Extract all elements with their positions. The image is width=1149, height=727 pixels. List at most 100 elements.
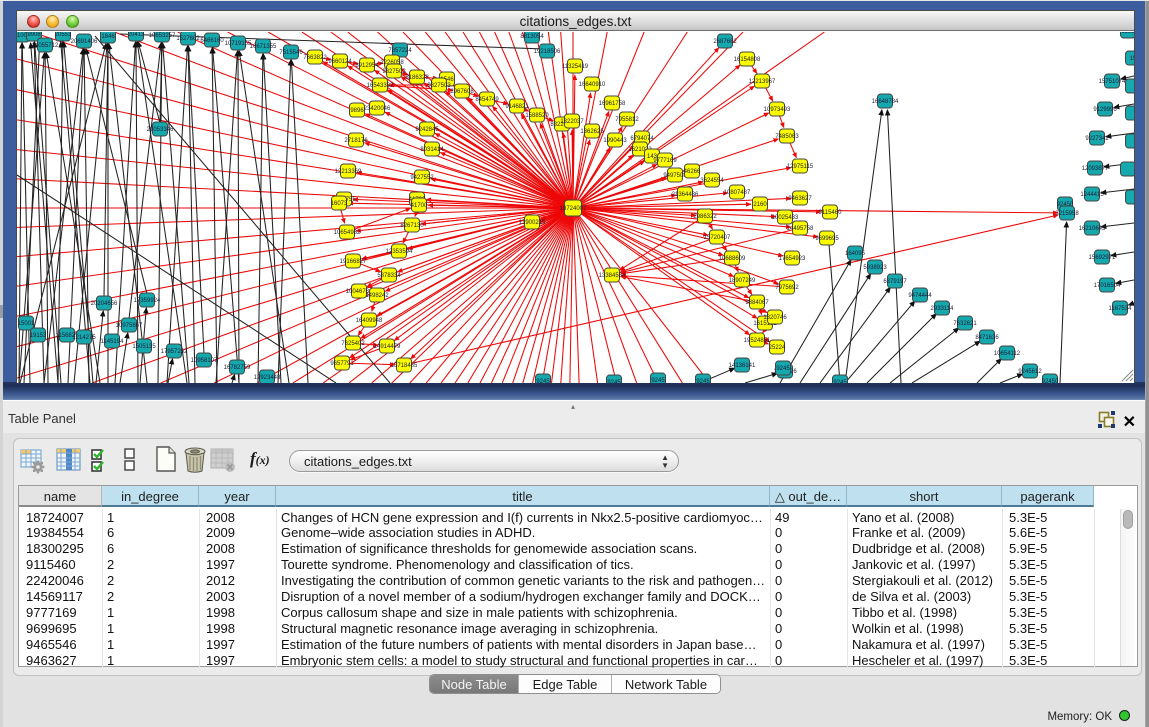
svg-text:15001: 15001 — [18, 321, 35, 327]
svg-text:9908: 9908 — [27, 32, 41, 38]
svg-text:16671355: 16671355 — [250, 44, 277, 50]
svg-text:17016504: 17016504 — [1094, 283, 1121, 289]
svg-text:92450: 92450 — [1042, 379, 1059, 383]
svg-text:12975115: 12975115 — [787, 164, 814, 170]
svg-text:8186328: 8186328 — [405, 75, 429, 81]
svg-text:7975692: 7975692 — [775, 285, 799, 291]
svg-text:13384554: 13384554 — [599, 273, 626, 279]
svg-text:7515546: 7515546 — [279, 50, 303, 56]
svg-text:16648784: 16648784 — [872, 99, 899, 105]
svg-text:1527602: 1527602 — [176, 36, 200, 42]
svg-text:8454749: 8454749 — [475, 97, 499, 103]
svg-text:12093877: 12093877 — [1082, 166, 1109, 172]
svg-text:16782759: 16782759 — [224, 365, 251, 371]
svg-text:8267130: 8267130 — [400, 223, 424, 229]
svg-text:8912954: 8912954 — [355, 63, 379, 69]
svg-text:20413: 20413 — [128, 32, 145, 38]
svg-text:9896: 9896 — [350, 108, 364, 114]
svg-text:16640910: 16640910 — [579, 82, 606, 88]
svg-text:8471636: 8471636 — [975, 335, 999, 341]
svg-text:20204656: 20204656 — [91, 301, 118, 307]
svg-text:16073: 16073 — [331, 201, 348, 207]
svg-text:12213369: 12213369 — [335, 169, 362, 175]
svg-text:14495758: 14495758 — [787, 226, 814, 232]
svg-text:9115460: 9115460 — [819, 210, 843, 216]
svg-text:2933114: 2933114 — [931, 306, 955, 312]
svg-text:25224: 25224 — [769, 345, 786, 351]
svg-text:13718485: 13718485 — [391, 363, 418, 369]
svg-text:19218506: 19218506 — [534, 49, 561, 55]
svg-text:17654923: 17654923 — [779, 256, 806, 262]
svg-text:13900215: 13900215 — [519, 220, 546, 226]
svg-text:10719155: 10719155 — [225, 41, 252, 47]
svg-text:5878334: 5878334 — [377, 273, 401, 279]
svg-text:6379197: 6379197 — [883, 279, 907, 285]
svg-text:1167534: 1167534 — [1109, 306, 1133, 312]
svg-text:9129996: 9129996 — [1093, 107, 1117, 113]
svg-text:7632621: 7632621 — [953, 321, 977, 327]
svg-text:164095: 164095 — [845, 251, 866, 257]
svg-text:1846: 1846 — [101, 34, 115, 40]
svg-text:18724007: 18724007 — [560, 206, 587, 212]
svg-text:20553: 20553 — [55, 32, 72, 38]
svg-text:20053346: 20053346 — [147, 127, 174, 133]
svg-text:19153: 19153 — [30, 333, 47, 339]
svg-text:16961758: 16961758 — [599, 101, 626, 107]
svg-text:9245: 9245 — [696, 379, 710, 383]
svg-text:2718176: 2718176 — [344, 138, 368, 144]
svg-text:10654112: 10654112 — [994, 351, 1021, 357]
svg-text:10653257: 10653257 — [149, 33, 176, 39]
svg-text:1214275: 1214275 — [72, 335, 96, 341]
svg-text:1145194: 1145194 — [101, 339, 125, 345]
svg-text:9427552: 9427552 — [410, 175, 434, 181]
svg-text:17957252: 17957252 — [161, 349, 188, 355]
svg-text:10654982: 10654982 — [334, 230, 361, 236]
svg-text:5938923: 5938923 — [863, 265, 887, 271]
svg-text:16409948: 16409948 — [356, 318, 383, 324]
svg-text:6794074: 6794074 — [630, 136, 654, 142]
svg-text:15: 15 — [1130, 56, 1134, 62]
svg-text:12213967: 12213967 — [749, 79, 776, 85]
svg-text:9245612: 9245612 — [1018, 369, 1042, 375]
svg-text:2967608: 2967608 — [450, 89, 474, 95]
svg-text:16210643: 16210643 — [1079, 226, 1106, 232]
svg-text:7955812: 7955812 — [615, 117, 639, 123]
svg-text:15692971: 15692971 — [1089, 255, 1116, 261]
svg-text:1244415: 1244415 — [1080, 192, 1104, 198]
svg-text:7663822: 7663822 — [303, 55, 327, 61]
svg-text:7857224: 7857224 — [388, 48, 412, 54]
svg-text:18907249: 18907249 — [729, 278, 756, 284]
svg-text:1320746: 1320746 — [763, 315, 787, 321]
svg-text:14136141: 14136141 — [729, 363, 756, 369]
svg-text:8031414: 8031414 — [420, 147, 444, 153]
svg-text:9146821: 9146821 — [505, 104, 529, 110]
svg-text:9474444: 9474444 — [908, 293, 932, 299]
svg-text:9777169: 9777169 — [653, 158, 677, 164]
svg-text:2687682: 2687682 — [713, 39, 737, 45]
svg-text:21364436: 21364436 — [672, 192, 699, 198]
svg-text:1588520: 1588520 — [525, 113, 549, 119]
svg-text:2160: 2160 — [753, 202, 767, 208]
svg-text:10975867: 10975867 — [116, 323, 143, 329]
svg-text:10025433: 10025433 — [772, 215, 799, 221]
svg-text:3215958: 3215958 — [1055, 211, 1079, 217]
svg-text:46266: 46266 — [684, 169, 701, 175]
svg-text:16543382: 16543382 — [367, 83, 394, 89]
svg-text:10807487: 10807487 — [724, 190, 751, 196]
svg-text:9245: 9245 — [833, 380, 847, 383]
svg-text:7485063: 7485063 — [775, 134, 799, 140]
svg-text:7625402: 7625402 — [341, 341, 365, 347]
svg-text:9245: 9245 — [607, 380, 621, 383]
svg-text:19524851: 19524851 — [744, 338, 771, 344]
svg-text:11325419: 11325419 — [562, 64, 589, 70]
svg-text:19166827: 19166827 — [340, 259, 367, 265]
svg-text:12353594: 12353594 — [386, 249, 413, 255]
svg-text:23420046: 23420046 — [364, 106, 391, 112]
svg-text:14055712: 14055712 — [32, 43, 59, 49]
svg-text:10688609: 10688609 — [719, 256, 746, 262]
svg-text:9657791: 9657791 — [330, 361, 354, 367]
svg-text:20691406: 20691406 — [71, 39, 98, 45]
svg-text:2986322: 2986322 — [693, 214, 717, 220]
svg-text:17359924: 17359924 — [134, 298, 161, 304]
svg-text:1132: 1132 — [1122, 32, 1134, 35]
